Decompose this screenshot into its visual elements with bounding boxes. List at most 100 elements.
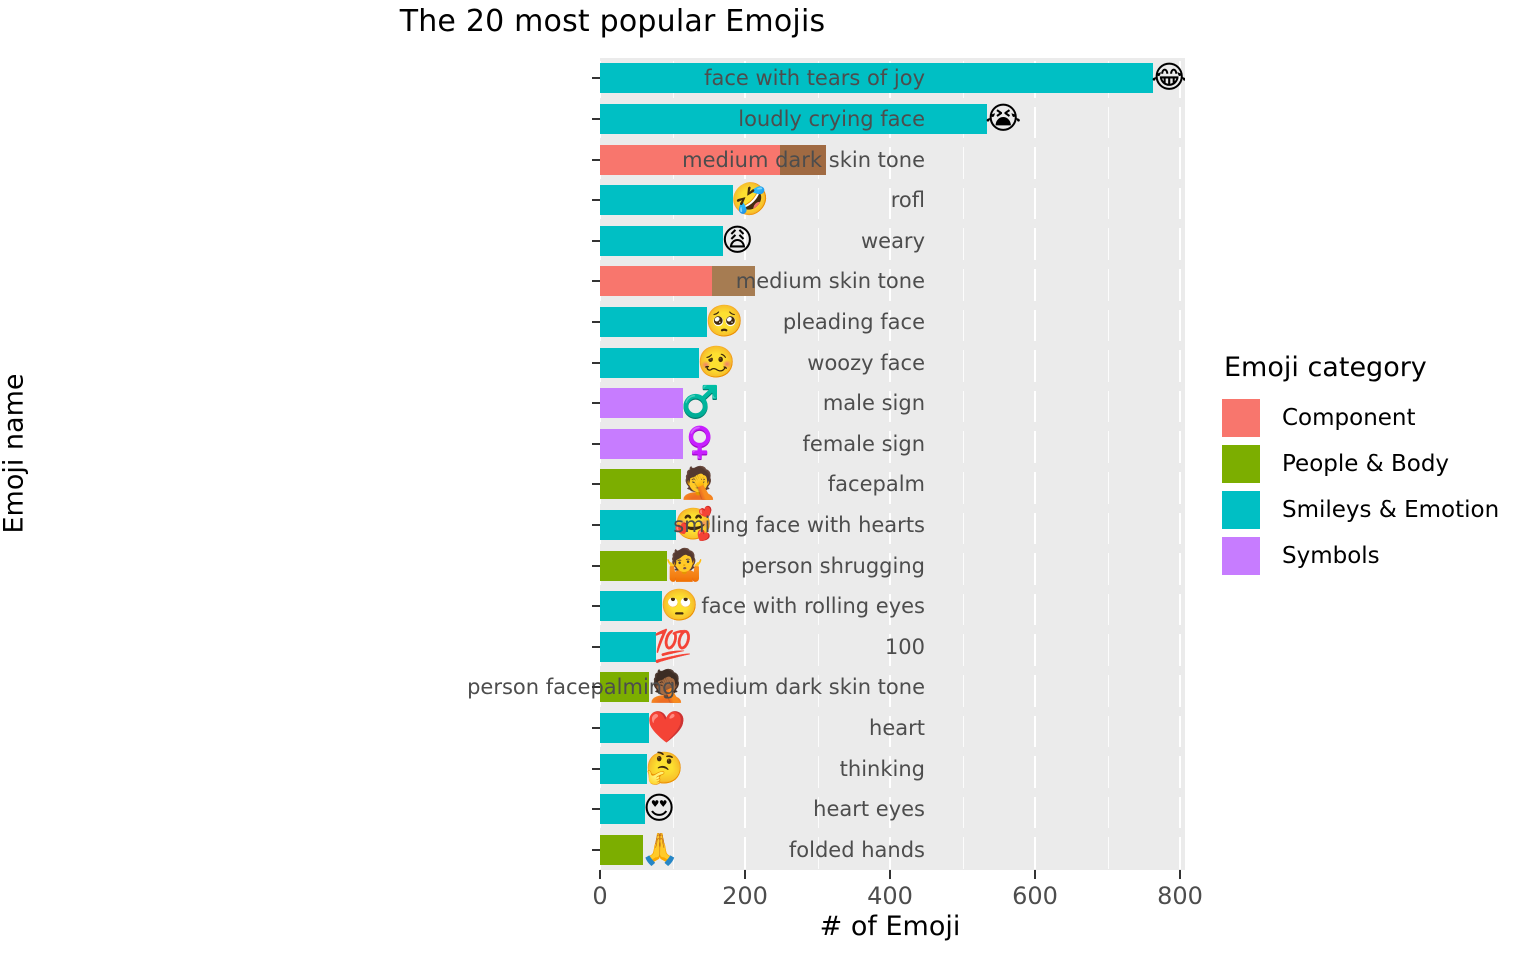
x-axis-tick-label: 800 xyxy=(1157,882,1203,910)
x-axis-tick-mark xyxy=(1179,870,1181,879)
bar-segment-main[interactable] xyxy=(600,794,645,825)
y-axis-tick-mark xyxy=(592,442,600,445)
y-axis-tick-label: face with rolling eyes xyxy=(701,594,925,619)
bar-segment-main[interactable] xyxy=(600,347,700,378)
bar-emoji-glyph: 😩 xyxy=(721,222,754,259)
x-axis-tick-mark xyxy=(889,870,891,879)
bar-emoji-glyph: 🙏 xyxy=(640,831,680,868)
bar-emoji-glyph: 🤣 xyxy=(730,181,770,218)
bar-emoji-glyph: 😭 xyxy=(985,100,1022,137)
y-axis-tick-mark xyxy=(592,564,600,567)
legend-items: Component People & Body Smileys & Emotion S… xyxy=(1222,395,1499,579)
y-axis-tick-mark xyxy=(592,767,600,770)
bar-emoji-glyph: 🥺 xyxy=(705,303,744,340)
bar-emoji-glyph: ♂️ xyxy=(681,384,720,421)
y-axis-tick-label: thinking xyxy=(839,756,925,781)
bar-emoji-glyph: ❤️ xyxy=(647,709,686,746)
y-axis-tick-label: face with tears of joy xyxy=(704,66,925,91)
y-axis-title: Emoji name xyxy=(0,373,30,534)
y-axis-tick-mark xyxy=(592,77,600,80)
y-axis-tick-label: woozy face xyxy=(807,350,925,375)
plot-panel: 😂 😭 🤣 😩 🥺 🥴 ♂️ ♀️ 🤦 🥰 🤷 🙄 💯 🤦🏾 ❤️ 🤔 😍 🙏 xyxy=(600,58,1185,870)
legend-color-swatch xyxy=(1222,491,1260,529)
y-axis-tick-label: pleading face xyxy=(782,309,925,334)
y-axis-tick-mark xyxy=(592,158,600,161)
y-axis-tick-mark xyxy=(592,320,600,323)
x-axis-tick-label: 400 xyxy=(867,882,913,910)
y-axis-tick-label: loudly crying face xyxy=(738,106,925,131)
y-axis-tick-mark xyxy=(592,605,600,608)
y-axis-tick-mark xyxy=(592,199,600,202)
y-axis-tick-mark xyxy=(592,117,600,120)
y-axis-tick-mark xyxy=(592,645,600,648)
y-axis-tick-mark xyxy=(592,523,600,526)
y-axis-tick-mark xyxy=(592,361,600,364)
y-axis-tick-mark xyxy=(592,483,600,486)
x-axis-tick-label: 600 xyxy=(1012,882,1058,910)
y-axis-tick-mark xyxy=(592,280,600,283)
bar-segment-main[interactable] xyxy=(600,185,733,216)
bar-segment-main[interactable] xyxy=(600,428,683,459)
bar-segment-main[interactable] xyxy=(600,631,656,662)
x-axis-tick-mark xyxy=(744,870,746,879)
bar-emoji-glyph: 😍 xyxy=(642,790,676,827)
legend-item-label: People & Body xyxy=(1282,451,1450,477)
x-axis-tick-label: 0 xyxy=(592,882,608,910)
y-axis-tick-mark xyxy=(592,402,600,405)
y-axis-tick-label: heart eyes xyxy=(813,797,925,822)
y-axis-tick-label: heart xyxy=(869,715,925,740)
legend-item-label: Smileys & Emotion xyxy=(1282,497,1500,523)
y-axis-tick-label: weary xyxy=(860,228,925,253)
y-axis-tick-label: medium skin tone xyxy=(735,269,925,294)
x-axis-tick-mark xyxy=(1034,870,1036,879)
y-axis-tick-label: 100 xyxy=(884,634,925,659)
legend-item[interactable]: Component xyxy=(1222,395,1499,441)
bar-segment-main[interactable] xyxy=(600,266,712,297)
legend-color-swatch xyxy=(1222,537,1260,575)
y-axis-tick-mark xyxy=(592,686,600,689)
legend-item-label: Component xyxy=(1282,405,1416,431)
legend-color-swatch xyxy=(1222,445,1260,483)
y-axis-tick-label: person shrugging xyxy=(741,553,925,578)
bar-segment-main[interactable] xyxy=(600,306,708,337)
legend-item[interactable]: People & Body xyxy=(1222,441,1499,487)
bar-segment-main[interactable] xyxy=(600,591,663,622)
y-axis-tick-label: male sign xyxy=(822,391,925,416)
x-axis-title: # of Emoji xyxy=(819,911,961,942)
bar-segment-main[interactable] xyxy=(600,550,668,581)
bar-segment-main[interactable] xyxy=(600,388,684,419)
bar-segment-main[interactable] xyxy=(600,712,650,743)
bar-segment-main[interactable] xyxy=(600,753,648,784)
bar-emoji-glyph: 💯 xyxy=(653,628,693,665)
bar-emoji-glyph: 🤦 xyxy=(679,465,718,502)
bar-emoji-glyph: 😂 xyxy=(1151,59,1185,96)
y-axis-tick-label: female sign xyxy=(802,431,925,456)
bar-segment-main[interactable] xyxy=(600,834,643,865)
chart-title: The 20 most popular Emojis xyxy=(399,4,826,39)
y-axis-tick-mark xyxy=(592,848,600,851)
y-axis-tick-label: smiling face with hearts xyxy=(673,512,925,537)
bar-segment-main[interactable] xyxy=(600,225,724,256)
y-axis-tick-mark xyxy=(592,726,600,729)
y-axis-tick-label: folded hands xyxy=(788,837,925,862)
legend-item[interactable]: Smileys & Emotion xyxy=(1222,487,1499,533)
y-axis-tick-mark xyxy=(592,808,600,811)
y-axis-tick-label: medium dark skin tone xyxy=(682,147,925,172)
y-axis-tick-label: person facepalming medium dark skin tone xyxy=(467,675,925,700)
chart-root: The 20 most popular Emojis Emoji name # … xyxy=(0,0,1536,960)
x-axis-tick-label: 200 xyxy=(722,882,768,910)
bar-segment-main[interactable] xyxy=(600,469,682,500)
legend-color-swatch xyxy=(1222,399,1260,437)
bar-emoji-glyph: 🤷 xyxy=(665,547,705,583)
gridline-horizontal xyxy=(600,58,1185,61)
legend-title: Emoji category xyxy=(1224,352,1427,383)
bar-emoji-glyph: 🤔 xyxy=(645,750,684,786)
legend: Emoji category Component People & Body Smi… xyxy=(1222,352,1499,579)
legend-item[interactable]: Symbols xyxy=(1222,533,1499,579)
bar-segment-main[interactable] xyxy=(600,509,677,540)
bar-emoji-glyph: ♀️ xyxy=(680,425,720,462)
y-axis-tick-mark xyxy=(592,239,600,242)
x-axis-tick-mark xyxy=(599,870,601,879)
gridline-horizontal xyxy=(600,869,1185,870)
bar-emoji-glyph: 🥴 xyxy=(697,344,736,380)
